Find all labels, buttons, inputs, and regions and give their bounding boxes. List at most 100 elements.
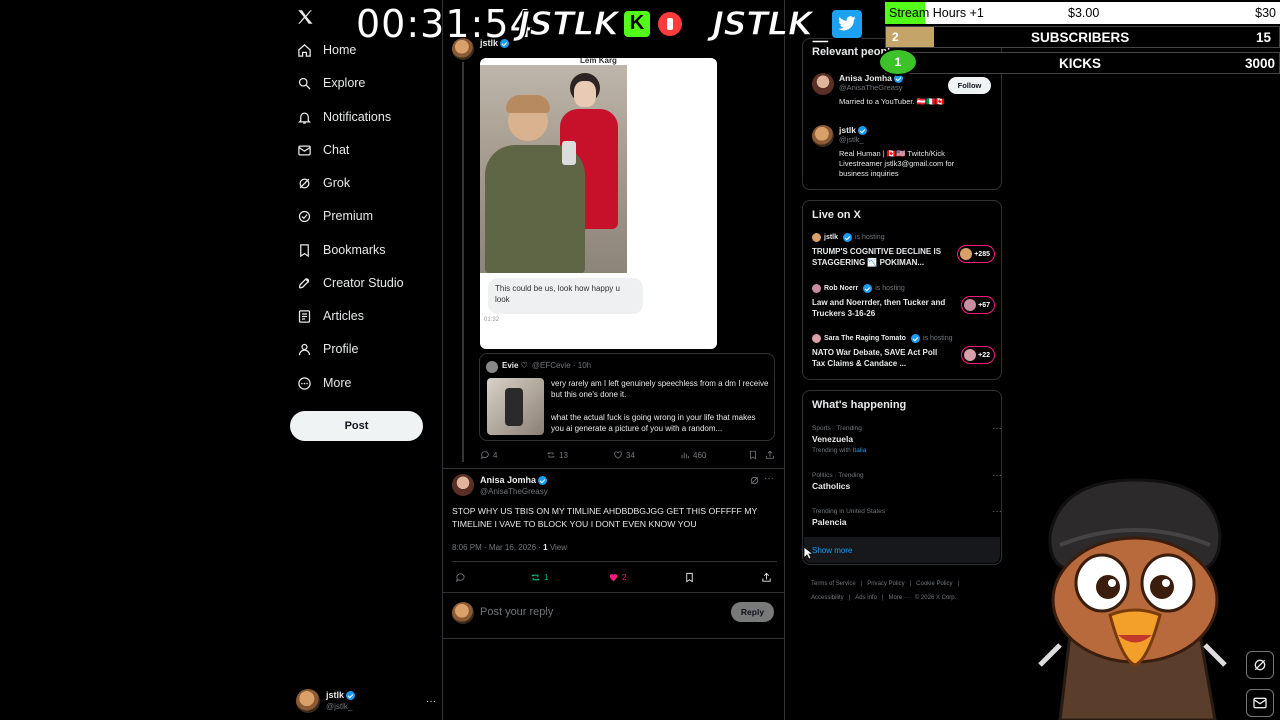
like-button[interactable]: 2 [608,572,626,583]
footer-link[interactable]: More ··· [889,595,910,601]
reply-button[interactable] [455,572,466,583]
nav-item-creator-studio[interactable]: Creator Studio [296,271,404,295]
repost-button[interactable]: 13 [546,450,568,460]
x-logo-icon[interactable] [296,8,314,26]
footer-separator: | [909,581,912,587]
avatar[interactable] [452,474,474,496]
trend-more-icon[interactable]: ··· [992,470,1002,481]
kicks-value: 3000 [1244,55,1275,71]
views-button[interactable]: 460 [680,450,706,460]
nav-item-explore[interactable]: Explore [296,71,365,95]
live-host: jstlk [824,234,839,241]
bookmark-button[interactable] [684,572,695,583]
grok-icon[interactable] [1246,651,1274,679]
like-button[interactable]: 34 [613,450,635,460]
stream-goals-overlay: Stream Hours +1 $3.00 $30 2 SUBSCRIBERS … [878,0,1280,76]
footer-link[interactable]: Cookie Policy [916,581,952,587]
avatar [486,361,498,373]
follow-button[interactable]: Follow [948,77,991,94]
reply-input[interactable]: Post your reply [480,606,553,618]
trend-item[interactable]: Trending in United States Palencia ··· [812,506,1002,527]
trend-item[interactable]: Politics · Trending Catholics ··· [812,470,1002,491]
nav-item-articles[interactable]: Articles [296,304,364,328]
nav-item-label: Explore [323,76,366,90]
footer-separator: | [848,595,851,601]
avatar[interactable] [812,125,834,147]
nav-item-chat[interactable]: Chat [296,138,349,162]
person-bio: Real Human | 🇨🇦🇺🇸 Twitch/Kick Livestream… [839,149,955,179]
divider [452,561,777,562]
tweet-image[interactable]: Lem Karg This could be us, look how happ… [480,58,717,349]
nav-item-label: Creator Studio [323,276,404,290]
nav-item-label: Notifications [323,110,392,124]
live-item[interactable]: jstlk is hosting TRUMP'S COGNITIVE DECLINE… [812,233,1002,268]
nav-item-label: Home [323,43,357,57]
bookmark-button[interactable] [748,450,758,460]
share-button[interactable] [761,572,772,583]
avatar [452,602,474,624]
person-name[interactable]: Anisa Jomha [839,73,892,83]
trend-more-icon[interactable]: ··· [992,423,1002,434]
live-listeners-badge: +285 [957,245,995,263]
person-handle[interactable]: @AnisaTheGreasy [839,83,949,93]
footer-link[interactable]: Ads info [855,595,877,601]
avatar [296,689,320,713]
nav-item-bookmarks[interactable]: Bookmarks [296,238,386,262]
nav-item-home[interactable]: Home [296,38,356,62]
share-button[interactable] [765,450,775,460]
account-switcher[interactable]: jstlk @jstlk_ ··· [296,688,436,714]
repost-icon [531,573,540,581]
tweet-more-icon[interactable]: ··· [764,473,774,484]
avatar[interactable] [812,73,834,95]
live-item[interactable]: Sara The Raging Tomato is hosting NATO War… [812,334,1002,369]
rank-badge: 2 [886,27,934,47]
avatar [812,334,821,343]
live-host: Sara The Raging Tomato [824,335,906,342]
grok-icon [296,175,312,191]
trend-category: Sports · Trending [812,425,862,432]
author-name[interactable]: Anisa Jomha [480,475,536,485]
person-handle[interactable]: @jstlk_ [839,135,989,145]
show-more-link[interactable]: Show more [812,546,852,555]
verified-icon [538,476,548,486]
author-handle[interactable]: @AnisaTheGreasy [480,486,548,497]
reply-submit-button[interactable]: Reply [731,602,774,622]
divider [443,592,784,593]
nav-item-profile[interactable]: Profile [296,337,358,361]
live-status: is hosting [855,234,885,241]
article-icon [296,308,312,324]
nav-item-more[interactable]: More [296,371,351,395]
quote-text-1: very rarely am I left genuinely speechle… [551,379,769,399]
trend-link[interactable]: Italia [853,447,867,454]
nav-item-premium[interactable]: Premium [296,204,373,228]
messages-icon[interactable] [1246,689,1274,717]
brand-text: JSTLK_ [711,3,829,44]
premium-icon [296,208,312,224]
trend-more-icon[interactable]: ··· [992,506,1002,517]
bookmark-icon [296,242,312,258]
post-button[interactable]: Post [290,411,423,441]
verified-icon [858,126,868,136]
live-item[interactable]: Rob Noerr is hosting Law and Noerrder, the… [812,284,1002,319]
footer-link[interactable]: Accessibility [811,595,844,601]
account-menu-icon[interactable]: ··· [426,696,436,707]
trend-item[interactable]: Sports · Trending Venezuela Trending wit… [812,423,1002,454]
bookmark-icon [750,450,756,460]
footer-link[interactable]: Privacy Policy [867,581,904,587]
footer-link[interactable]: © 2026 X Corp. [915,595,956,601]
nav-item-grok[interactable]: Grok [296,171,350,195]
person-name[interactable]: jstlk [839,125,856,135]
quote-handle-time: @EFCevie · 10h [531,361,592,370]
quoted-tweet[interactable]: Evie ♡ @EFCevie · 10h very rarely am I l… [479,353,775,441]
nav-item-label: Articles [323,309,364,323]
record-icon [656,9,685,38]
footer-separator: | [881,595,884,601]
grok-icon[interactable] [749,475,760,486]
repost-button[interactable]: 1 [530,572,548,583]
footer-link[interactable]: Terms of Service [811,581,856,587]
reply-button[interactable]: 4 [480,450,497,460]
quote-thumbnail [487,378,544,435]
nav-item-notifications[interactable]: Notifications [296,105,391,129]
trend-category: Trending in United States [812,508,886,515]
search-icon [296,75,312,91]
